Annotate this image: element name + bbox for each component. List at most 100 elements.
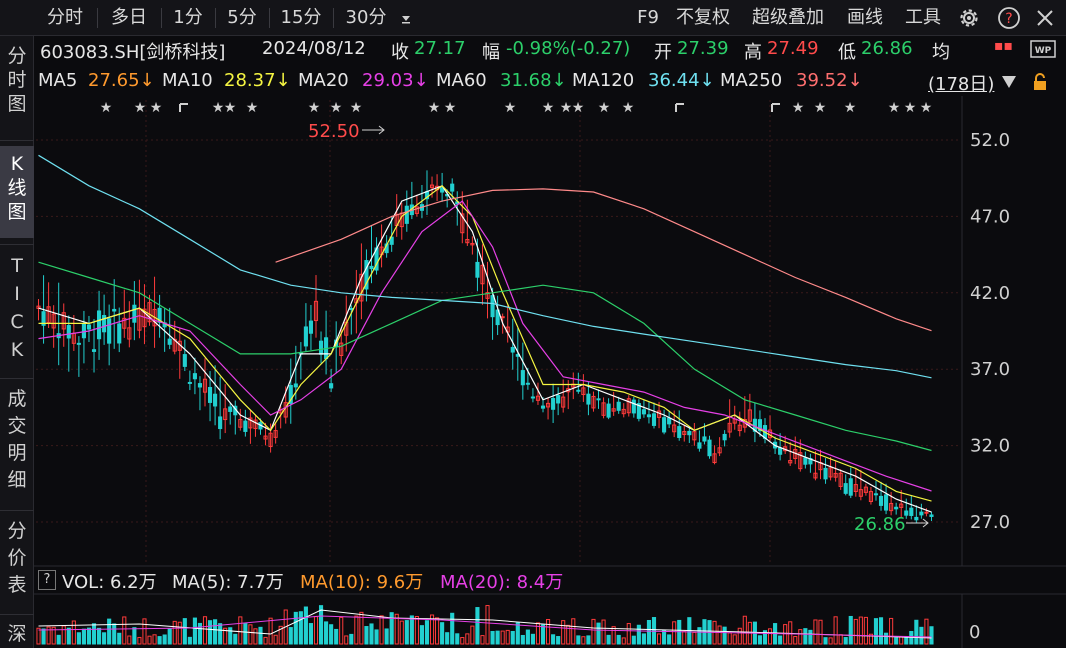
candle-body xyxy=(606,403,611,418)
candle-body xyxy=(525,382,530,385)
event-star-marker[interactable]: ★ xyxy=(444,100,457,116)
volume-bar xyxy=(162,634,167,645)
volume-bar xyxy=(122,616,127,645)
event-flag-marker[interactable] xyxy=(179,103,188,112)
volume-bar xyxy=(788,621,793,645)
volume-bar xyxy=(389,612,394,645)
event-star-marker[interactable]: ★ xyxy=(100,100,113,116)
price-axis: 52.0 47.0 42.0 37.0 32.0 27.0 xyxy=(970,130,1010,533)
volume-bar xyxy=(697,627,702,645)
volume-bar xyxy=(435,617,440,645)
candle-body xyxy=(243,420,248,432)
price-tick-label: 37.0 xyxy=(970,359,1010,380)
volume-bar xyxy=(843,637,848,645)
price-tick-label: 52.0 xyxy=(970,130,1010,151)
volume-bar xyxy=(303,606,308,645)
vol-ma5-label: MA(5): 7.7万 xyxy=(172,572,284,593)
volume-bar xyxy=(626,623,631,645)
volume-bar xyxy=(253,628,258,645)
volume-bar xyxy=(419,625,425,645)
vol-ma10-label: MA(10): 9.6万 xyxy=(300,572,424,593)
volume-bar xyxy=(465,633,470,645)
event-star-marker[interactable]: ★ xyxy=(428,100,441,116)
candle-body xyxy=(329,383,334,389)
high-annotation-arrow xyxy=(362,125,385,135)
volume-bar xyxy=(86,627,92,645)
volume-bar xyxy=(490,630,495,645)
candle-body xyxy=(873,493,879,496)
volume-bar xyxy=(838,634,843,645)
event-star-marker[interactable]: ★ xyxy=(504,100,517,116)
volume-bar xyxy=(551,634,556,645)
candle-body xyxy=(914,516,919,521)
event-star-marker[interactable]: ★ xyxy=(598,100,611,116)
candle-body xyxy=(66,325,71,339)
event-star-marker[interactable]: ★ xyxy=(920,100,933,116)
event-star-marker[interactable]: ★ xyxy=(212,100,225,116)
volume-bar xyxy=(218,623,223,645)
volume-bar xyxy=(132,627,137,645)
kline-chart[interactable]: ★ ★ ★ ★ ★ ★ ★ ★ ★ ★ ★ ★ ★ ★ ★ ★ ★ ★ ★ ★ ★ ★ ★ 52.047.042.037.0… xyxy=(0,0,1066,648)
volume-bar xyxy=(349,633,354,645)
volume-bar xyxy=(863,616,868,645)
event-star-marker[interactable]: ★ xyxy=(622,100,635,116)
candle-body xyxy=(112,308,117,312)
volume-bar xyxy=(202,616,208,645)
event-star-marker[interactable]: ★ xyxy=(224,100,237,116)
candle-body xyxy=(909,507,914,516)
volume-bar xyxy=(379,615,384,645)
volume-bar xyxy=(520,634,525,645)
candle-body xyxy=(646,414,652,418)
candle-body xyxy=(192,373,197,380)
volume-bar xyxy=(91,623,97,645)
volume-bar xyxy=(177,621,182,645)
volume-bar xyxy=(36,627,41,645)
event-star-marker[interactable]: ★ xyxy=(246,100,259,116)
event-star-marker[interactable]: ★ xyxy=(888,100,901,116)
event-star-marker[interactable]: ★ xyxy=(904,100,917,116)
volume-bar xyxy=(460,637,465,645)
volume-bar xyxy=(263,636,268,645)
event-markers: ★ ★ ★ ★ ★ ★ ★ ★ ★ ★ ★ ★ ★ ★ ★ ★ ★ ★ ★ ★ ★ ★ ★ xyxy=(100,100,933,116)
event-star-marker[interactable]: ★ xyxy=(814,100,827,116)
volume-bar xyxy=(238,616,243,645)
event-flag-marker[interactable] xyxy=(771,103,780,112)
volume-bar xyxy=(823,637,828,645)
volume-bar xyxy=(293,611,298,645)
event-flag-marker[interactable] xyxy=(675,103,684,112)
volume-bar xyxy=(571,618,576,645)
event-star-marker[interactable]: ★ xyxy=(134,100,147,116)
candle-body xyxy=(218,416,223,430)
candle-body xyxy=(228,406,233,412)
event-star-marker[interactable]: ★ xyxy=(560,100,573,116)
event-star-marker[interactable]: ★ xyxy=(350,100,363,116)
volume-bar xyxy=(480,635,485,645)
volume-bar xyxy=(596,622,601,645)
candle-body xyxy=(551,398,556,410)
volume-bar xyxy=(510,631,515,645)
event-star-marker[interactable]: ★ xyxy=(844,100,857,116)
volume-bar xyxy=(894,637,899,645)
volume-bar xyxy=(424,620,430,645)
volume-bar xyxy=(450,612,455,645)
volume-bar xyxy=(117,632,122,645)
volume-bar xyxy=(798,629,803,645)
event-star-marker[interactable]: ★ xyxy=(150,100,163,116)
volume-bar xyxy=(778,635,783,645)
volume-bar xyxy=(692,631,697,645)
event-star-marker[interactable]: ★ xyxy=(542,100,555,116)
event-star-marker[interactable]: ★ xyxy=(572,100,585,116)
volume-bar xyxy=(656,633,662,645)
candle-body xyxy=(631,399,636,414)
question-icon[interactable]: ? xyxy=(38,570,56,590)
volume-bar xyxy=(298,611,303,645)
candle-body xyxy=(687,430,692,436)
volume-bar xyxy=(899,635,904,645)
volume-bar xyxy=(96,627,102,645)
event-star-marker[interactable]: ★ xyxy=(308,100,321,116)
volume-bar xyxy=(248,624,253,645)
event-star-marker[interactable]: ★ xyxy=(330,100,343,116)
event-star-marker[interactable]: ★ xyxy=(792,100,805,116)
candle-body xyxy=(596,398,601,401)
ma20-line xyxy=(38,200,932,492)
